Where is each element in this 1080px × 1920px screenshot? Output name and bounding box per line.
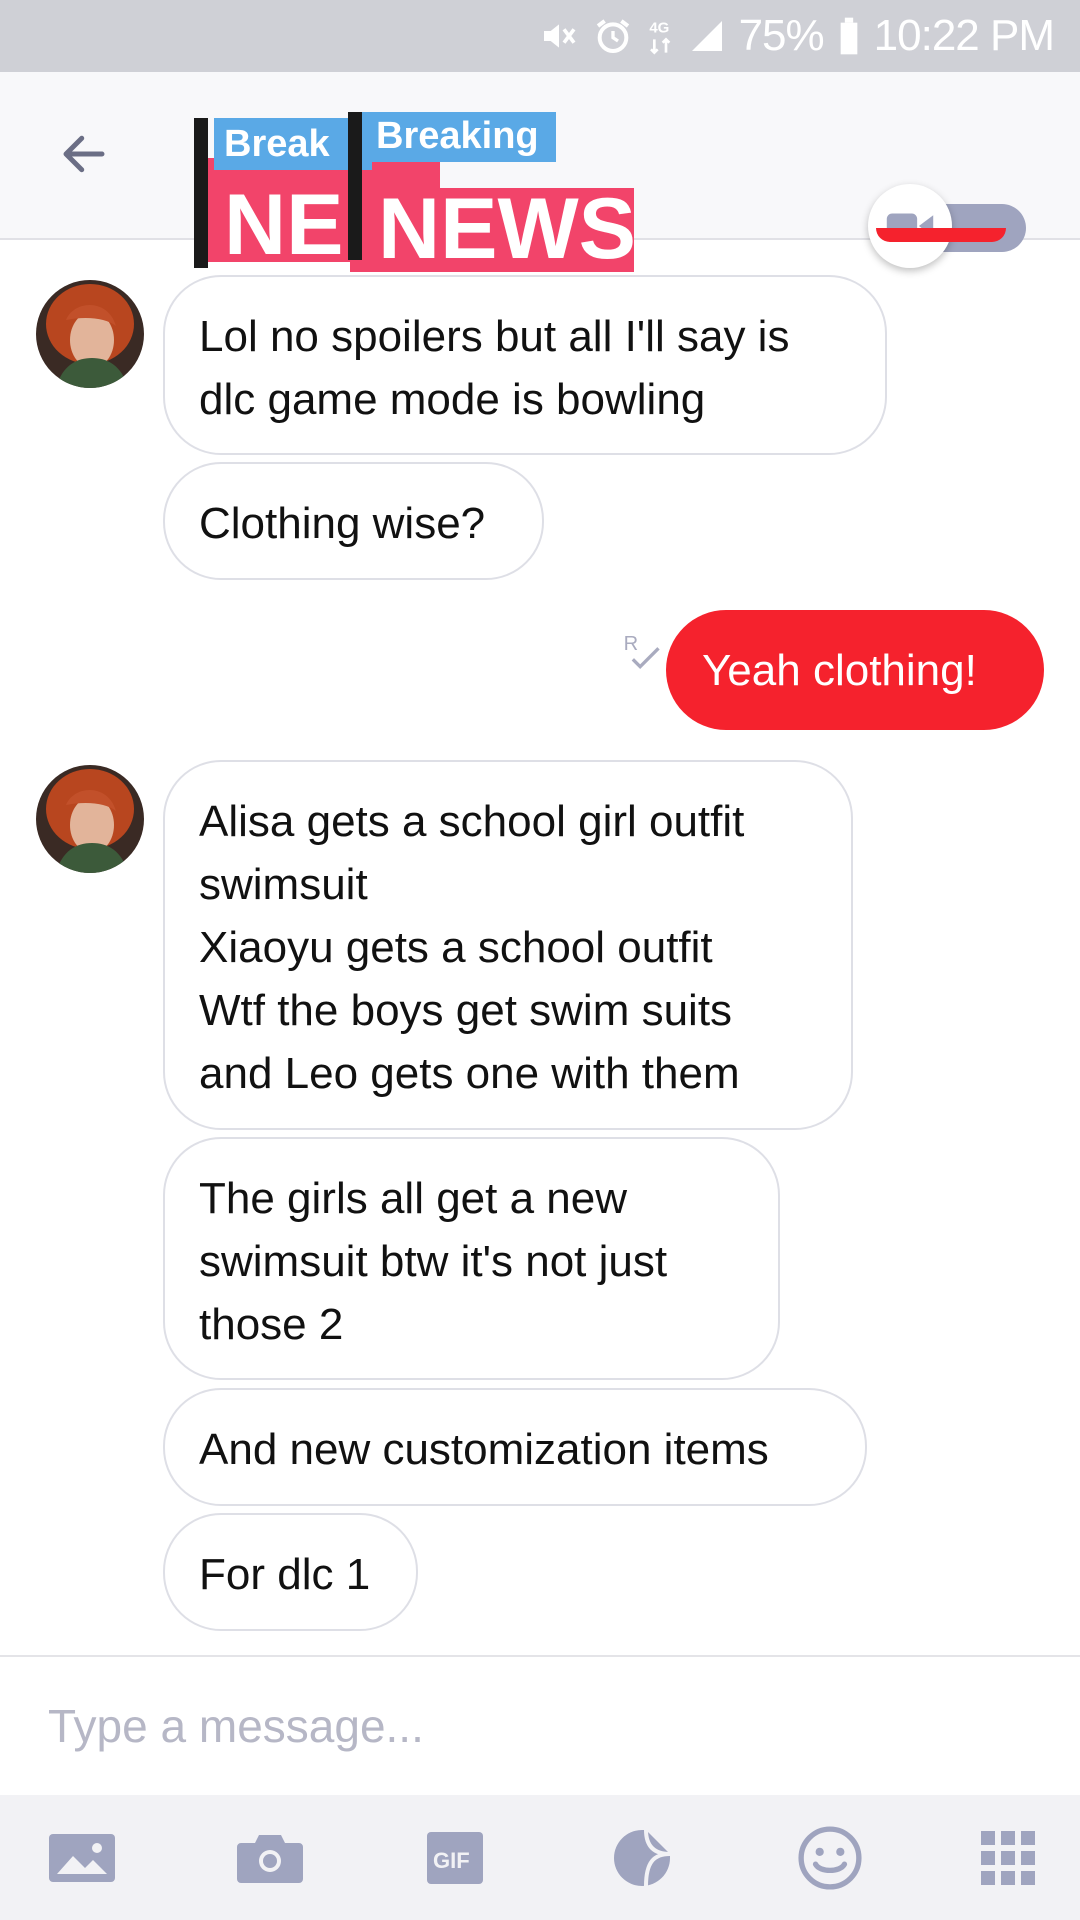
gallery-button[interactable] (42, 1825, 122, 1891)
clock: 10:22 PM (873, 11, 1055, 60)
emoji-button[interactable] (790, 1825, 870, 1891)
svg-text:NE: NE (224, 177, 343, 272)
contact-avatar[interactable] (36, 280, 144, 388)
svg-text:R: R (624, 633, 639, 655)
battery-icon (838, 16, 860, 56)
message-composer (0, 1655, 1080, 1795)
my-message-bubble[interactable]: Yeah clothing! (666, 610, 1044, 730)
apps-grid-button[interactable] (968, 1825, 1048, 1891)
partial-message-bubble (876, 228, 1006, 242)
back-button[interactable] (52, 122, 116, 186)
message-bubble[interactable]: Clothing wise? (163, 462, 544, 580)
svg-text:NEWS: NEWS (378, 181, 636, 272)
message-bubble[interactable]: For dlc 1 (163, 1513, 418, 1631)
message-bubble[interactable]: Lol no spoilers but all I'll say is dlc … (163, 275, 887, 455)
camera-icon (237, 1835, 303, 1883)
message-text: Clothing wise? (199, 499, 486, 548)
composer-toolbar: GIF (0, 1795, 1080, 1920)
message-bubble[interactable]: And new customization items (163, 1388, 867, 1506)
svg-text:4G: 4G (649, 20, 669, 37)
back-arrow-icon (63, 135, 105, 173)
sticker-icon (614, 1829, 671, 1887)
svg-text:Breaking: Breaking (376, 115, 539, 157)
message-text: Lol no spoilers but all I'll say is dlc … (199, 312, 790, 424)
message-text: For dlc 1 (199, 1550, 371, 1599)
sticker-button[interactable] (602, 1825, 682, 1891)
contact-avatar[interactable] (36, 765, 144, 873)
battery-percent: 75% (738, 11, 825, 60)
message-text: Yeah clothing! (702, 645, 977, 695)
gif-icon: GIF (427, 1832, 483, 1884)
breaking-news-logo: Break Breaking NE NEWS (194, 112, 636, 272)
message-text: And new customization items (199, 1425, 769, 1474)
message-bubble[interactable]: The girls all get a new swimsuit btw it'… (163, 1137, 780, 1380)
signal-icon (689, 18, 725, 54)
video-call-toggle[interactable] (868, 184, 1028, 268)
chat-header: Break Breaking NE NEWS (0, 72, 1080, 272)
data-4g-icon: 4G (647, 16, 675, 56)
status-bar: 4G 75% 10:22 PM (0, 0, 1080, 72)
read-receipt-icon: R (624, 633, 660, 670)
svg-text:GIF: GIF (433, 1848, 470, 1873)
emoji-icon (798, 1826, 862, 1890)
gif-button[interactable]: GIF (415, 1825, 495, 1891)
camera-button[interactable] (230, 1825, 310, 1891)
mute-icon (539, 16, 579, 56)
toggle-knob (868, 184, 952, 268)
apps-grid-icon (981, 1831, 1035, 1885)
message-bubble[interactable]: Alisa gets a school girl outfit swimsuit… (163, 760, 853, 1130)
avatar-image (36, 765, 144, 873)
message-text: Alisa gets a school girl outfit swimsuit… (199, 797, 745, 1098)
message-input[interactable] (48, 1699, 948, 1753)
svg-text:Break: Break (224, 123, 330, 165)
message-text: The girls all get a new swimsuit btw it'… (199, 1174, 668, 1349)
avatar-image (36, 280, 144, 388)
alarm-icon (593, 16, 633, 56)
gallery-icon (49, 1834, 115, 1882)
